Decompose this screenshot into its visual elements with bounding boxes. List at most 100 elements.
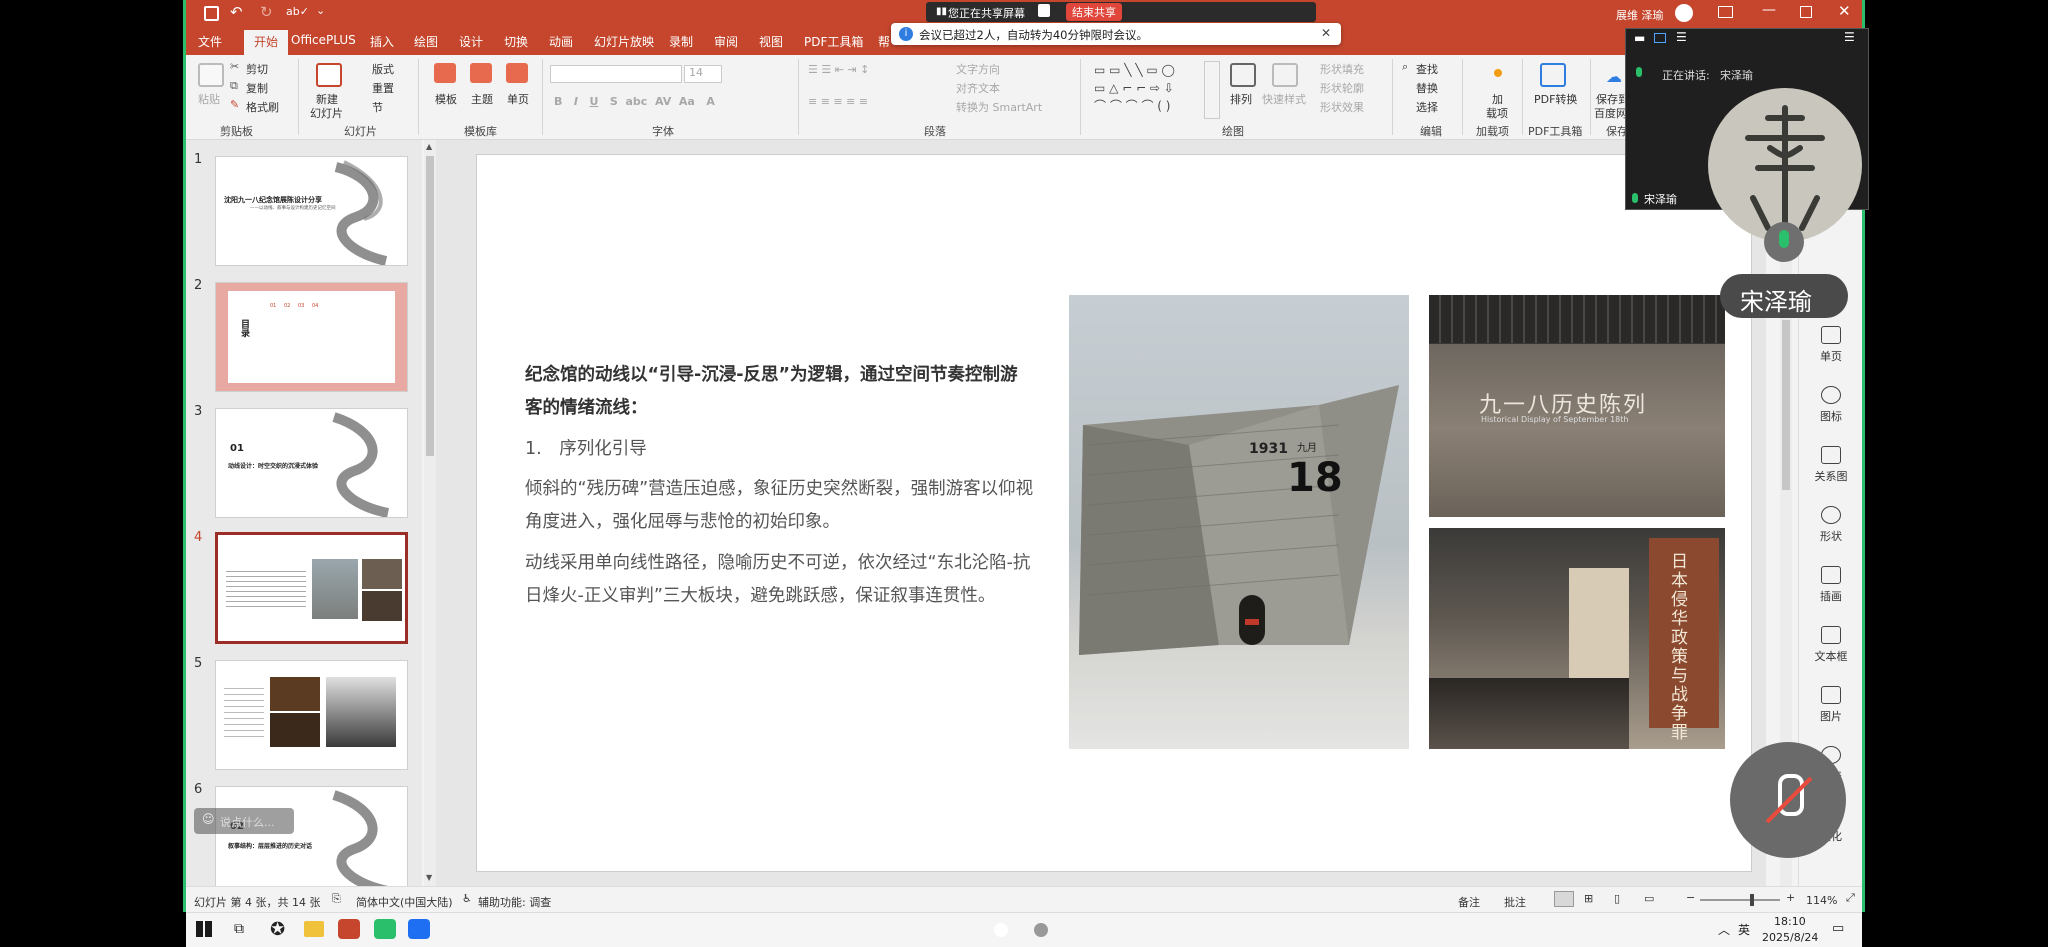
- align-buttons[interactable]: ≡ ≡ ≡ ≡ ≡: [808, 95, 868, 108]
- annotate-icon[interactable]: [1038, 4, 1050, 17]
- mute-button[interactable]: [1730, 742, 1846, 858]
- theme-button[interactable]: 主题: [471, 91, 493, 107]
- slide-heading[interactable]: 纪念馆的动线以“引导-沉浸-反思”为逻辑，通过空间节奏控制游客的情绪流线：: [525, 359, 1035, 425]
- cut-button[interactable]: 剪切: [246, 61, 268, 77]
- template-button[interactable]: 模板: [435, 91, 457, 107]
- zoom-out-icon[interactable]: −: [1686, 891, 1695, 904]
- zoom-slider-thumb[interactable]: [1750, 894, 1754, 906]
- panel-list-icon[interactable]: ☰: [1676, 30, 1687, 44]
- slide-thumbnail-3[interactable]: 01 动线设计：时空交织的沉浸式体验: [215, 408, 408, 518]
- theme-icon[interactable]: [470, 63, 492, 83]
- chat-input-hint[interactable]: ☺ 说点什么...: [194, 808, 294, 834]
- tab-review[interactable]: 审阅: [714, 33, 738, 50]
- app-icon-1[interactable]: ✪: [270, 919, 285, 940]
- slide-thumbnail-6[interactable]: 02 叙事结构：层层推进的历史对话: [215, 786, 408, 888]
- accessibility-status[interactable]: 辅助功能: 调查: [478, 894, 551, 910]
- shapes-more[interactable]: [1204, 61, 1220, 119]
- select-button[interactable]: 选择: [1416, 99, 1438, 115]
- sorter-view-icon[interactable]: ⊞: [1584, 892, 1593, 905]
- scroll-up-icon[interactable]: ▲: [426, 142, 432, 151]
- fit-slide-icon[interactable]: ⤢: [1846, 891, 1855, 905]
- tab-record[interactable]: 录制: [669, 33, 693, 50]
- sidebar-item-textbox[interactable]: 文本框: [1799, 626, 1862, 664]
- sidebar-item-single-page[interactable]: 单页: [1799, 326, 1862, 364]
- spellcheck-icon[interactable]: ab✓: [286, 5, 309, 18]
- maximize-icon[interactable]: [1800, 6, 1812, 18]
- paste-icon[interactable]: [198, 63, 224, 87]
- tab-home[interactable]: 开始: [244, 30, 289, 55]
- save-icon[interactable]: [204, 6, 219, 21]
- find-icon[interactable]: ⌕: [1402, 60, 1408, 74]
- tray-chevron-icon[interactable]: ︿: [1718, 921, 1730, 938]
- tab-insert[interactable]: 插入: [370, 33, 394, 50]
- participant-avatar[interactable]: [1708, 88, 1862, 242]
- font-family-select[interactable]: [550, 65, 682, 83]
- font-format-buttons[interactable]: B I U S abc AV Aa A: [554, 95, 715, 108]
- zoom-slider[interactable]: [1700, 894, 1780, 906]
- new-slide-button-line2[interactable]: 幻灯片: [310, 105, 343, 121]
- paragraph-2[interactable]: 动线采用单向线性路径，隐喻历史不可逆，依次经过“东北沦陷-抗日烽火-正义审判”三…: [525, 547, 1035, 613]
- scroll-thumb[interactable]: [426, 156, 434, 456]
- accessibility-icon[interactable]: ♿: [462, 892, 472, 905]
- pdf-convert-button[interactable]: PDF转换: [1534, 91, 1577, 107]
- single-page-button[interactable]: 单页: [507, 91, 529, 107]
- reset-button[interactable]: 重置: [372, 80, 394, 96]
- align-text-button[interactable]: 对齐文本: [956, 80, 1000, 96]
- text-direction-button[interactable]: 文字方向: [956, 61, 1000, 77]
- template-icon[interactable]: [434, 63, 456, 83]
- powerpoint-icon[interactable]: [338, 919, 360, 939]
- spell-icon[interactable]: ⎘: [332, 892, 341, 906]
- format-painter-button[interactable]: 格式刷: [246, 99, 279, 115]
- tab-help[interactable]: 帮: [878, 33, 890, 50]
- tab-pdf[interactable]: PDF工具箱: [804, 33, 863, 50]
- zoom-level[interactable]: 114%: [1806, 894, 1837, 907]
- wechat-icon[interactable]: [374, 919, 396, 939]
- list-item-1[interactable]: 1. 序列化引导: [525, 433, 1035, 466]
- exhibition-wall-photo[interactable]: 九一八历史陈列 Historical Display of September …: [1429, 295, 1725, 517]
- input-language[interactable]: 英: [1738, 921, 1750, 938]
- list-buttons[interactable]: ☰ ☰ ⇤ ⇥ ↕: [808, 63, 869, 76]
- file-explorer-icon[interactable]: [304, 921, 324, 937]
- language-status[interactable]: 简体中文(中国大陆): [356, 894, 453, 910]
- cloud-icon[interactable]: ☁: [1606, 67, 1622, 86]
- copy-button[interactable]: 复制: [246, 80, 268, 96]
- minimize-icon[interactable]: —: [1762, 2, 1776, 18]
- smartart-button[interactable]: 转换为 SmartArt: [956, 99, 1042, 115]
- monument-photo[interactable]: 1931 18 九月: [1069, 295, 1409, 749]
- addin-button-line2[interactable]: 载项: [1486, 105, 1508, 121]
- panel-minimize-icon[interactable]: ▬: [1634, 31, 1645, 45]
- tab-officeplus[interactable]: OfficePLUS: [291, 33, 356, 47]
- tab-draw[interactable]: 绘图: [414, 33, 438, 50]
- paste-button[interactable]: 粘贴: [198, 91, 220, 107]
- tab-design[interactable]: 设计: [459, 33, 483, 50]
- tab-slideshow[interactable]: 幻灯片放映: [594, 33, 654, 50]
- redo-icon[interactable]: ↻: [260, 3, 273, 21]
- zoom-in-icon[interactable]: +: [1786, 891, 1795, 904]
- ribbon-display-icon[interactable]: [1718, 6, 1733, 18]
- slide-thumbnail-1[interactable]: 沈阳九一八纪念馆展陈设计分享 ——以动线、叙事与设计构建历史记忆空间: [215, 156, 408, 266]
- panel-menu-icon[interactable]: ☰: [1844, 30, 1855, 44]
- clock-date[interactable]: 2025/8/24: [1762, 931, 1818, 944]
- paragraph-1[interactable]: 倾斜的“残历碑”营造压迫感，象征历史突然断裂，强制游客以仰视角度进入，强化屈辱与…: [525, 473, 1035, 539]
- normal-view-icon[interactable]: [1554, 891, 1574, 907]
- undo-icon[interactable]: ↶: [230, 3, 243, 21]
- pdf-convert-icon[interactable]: [1540, 63, 1566, 87]
- comments-button[interactable]: 批注: [1504, 894, 1526, 910]
- panel-window-icon[interactable]: [1654, 33, 1666, 43]
- thumbnail-scrollbar[interactable]: ▲ ▼: [424, 140, 436, 886]
- scroll-down-icon[interactable]: ▼: [426, 873, 432, 882]
- sidebar-item-shapes[interactable]: 形状: [1799, 506, 1862, 544]
- meeting-app-icon[interactable]: [408, 919, 430, 939]
- start-icon[interactable]: [196, 921, 212, 937]
- addin-icon[interactable]: [1494, 69, 1502, 77]
- slide-thumbnail-2[interactable]: 目录 01 02 03 04: [215, 282, 408, 392]
- shapes-gallery[interactable]: ▭ ▭ ╲ ╲ ▭ ◯ ▭ △ ⌐ ⌐ ⇨ ⇩ ⌒ ⌒ ⌒ ⌒ ( ): [1094, 61, 1200, 117]
- notice-close-icon[interactable]: ✕: [1321, 26, 1331, 40]
- replace-button[interactable]: 替换: [1416, 80, 1438, 96]
- layout-button[interactable]: 版式: [372, 61, 394, 77]
- arrange-button[interactable]: 排列: [1230, 91, 1252, 107]
- quick-styles-icon[interactable]: [1272, 63, 1298, 87]
- tab-file[interactable]: 文件: [198, 33, 222, 50]
- tab-animations[interactable]: 动画: [549, 33, 573, 50]
- sidebar-item-diagram[interactable]: 关系图: [1799, 446, 1862, 484]
